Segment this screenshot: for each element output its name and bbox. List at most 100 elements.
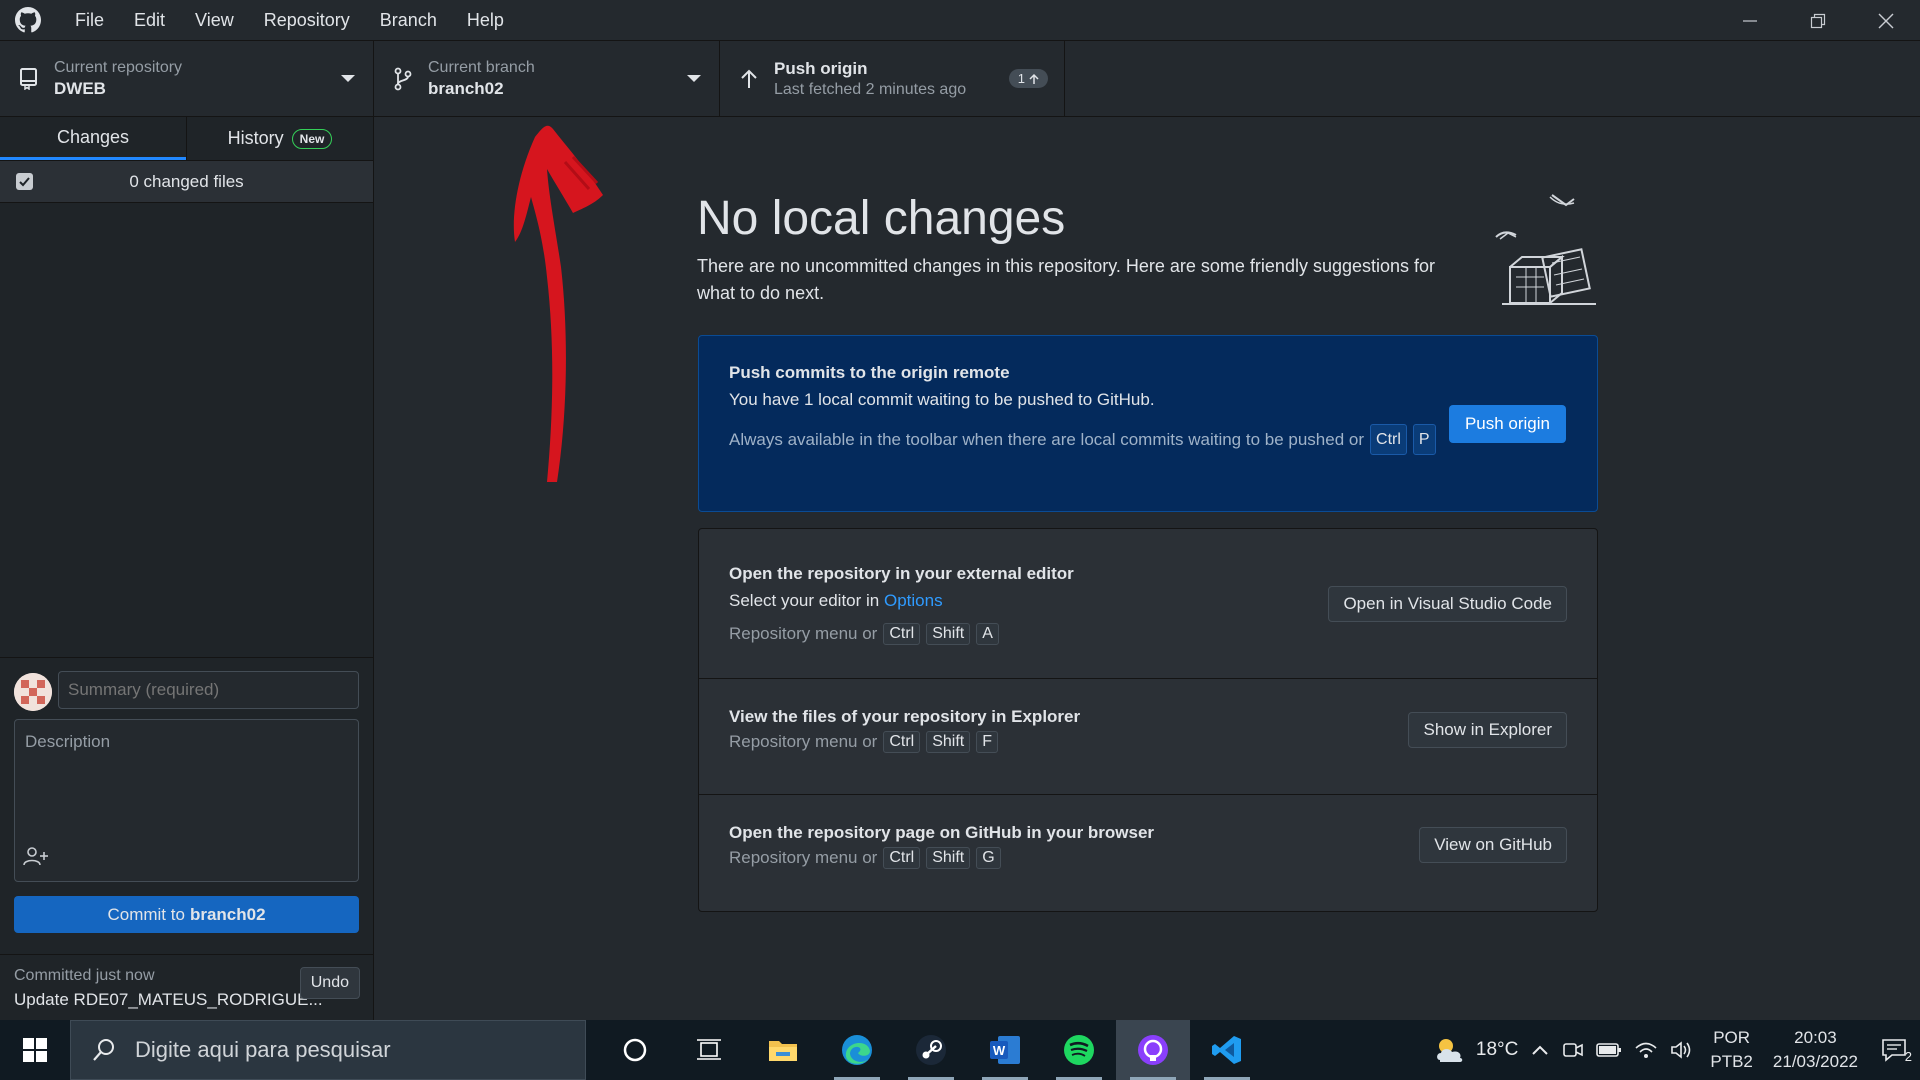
editor-title: Open the repository in your external edi…	[729, 564, 1074, 583]
undo-button[interactable]: Undo	[299, 967, 360, 999]
input-language-indicator[interactable]: POR PTB2	[1710, 1026, 1753, 1074]
add-coauthor-icon[interactable]	[23, 846, 49, 871]
language-code: POR	[1713, 1028, 1751, 1047]
clock[interactable]: 20:03 21/03/2022	[1773, 1026, 1858, 1074]
current-branch-dropdown[interactable]: Current branch branch02	[374, 41, 720, 117]
open-in-vscode-button[interactable]: Open in Visual Studio Code	[1328, 586, 1567, 622]
commit-button-prefix: Commit to	[107, 904, 185, 924]
minimize-icon	[1743, 19, 1757, 22]
changed-files-header: 0 changed files	[0, 161, 373, 203]
taskbar-search[interactable]: Digite aqui para pesquisar	[70, 1020, 586, 1080]
push-origin-card-button[interactable]: Push origin	[1448, 405, 1566, 443]
menu-edit[interactable]: Edit	[119, 0, 180, 41]
wifi-icon	[1635, 1042, 1657, 1058]
editor-hint: Repository menu or Ctrl Shift A	[729, 623, 1429, 645]
push-card-hint-text: Always available in the toolbar when the…	[729, 430, 1365, 449]
restore-icon	[1810, 13, 1826, 28]
steam-taskbar-button[interactable]	[894, 1020, 968, 1080]
menu-bar: File Edit View Repository Branch Help	[60, 0, 519, 41]
spotify-taskbar-button[interactable]	[1042, 1020, 1116, 1080]
task-view-button[interactable]	[672, 1020, 746, 1080]
summary-input[interactable]	[58, 671, 359, 709]
partly-cloudy-icon	[1437, 1039, 1463, 1062]
start-button[interactable]	[0, 1020, 70, 1080]
svg-text:W: W	[993, 1043, 1006, 1058]
weather-temperature: 18°C	[1475, 1039, 1519, 1060]
description-placeholder: Description	[25, 732, 111, 751]
commit-form: Description Commit to branch02	[0, 657, 374, 937]
github-hint-text: Repository menu or	[729, 848, 878, 867]
keyboard-layout: PTB2	[1710, 1052, 1753, 1071]
avatar	[14, 673, 52, 711]
changed-files-count: 0 changed files	[129, 171, 244, 191]
description-textarea[interactable]: Description	[14, 719, 359, 882]
word-taskbar-button[interactable]: W	[968, 1020, 1042, 1080]
file-explorer-taskbar-button[interactable]	[746, 1020, 820, 1080]
chevron-up-icon	[1532, 1045, 1549, 1055]
red-arrow-annotation-icon	[513, 125, 603, 482]
repo-label: Current repository	[54, 59, 183, 76]
current-repository-dropdown[interactable]: Current repository DWEB	[0, 41, 374, 117]
menu-view[interactable]: View	[180, 0, 249, 41]
push-origin-button[interactable]: Last fetched 2 minutes ago Push origin 1	[720, 41, 1065, 117]
kbd-shift: Shift	[926, 731, 971, 753]
steam-icon	[916, 1035, 946, 1065]
title-bar: File Edit View Repository Branch Help	[0, 0, 1920, 41]
options-link[interactable]: Options	[884, 591, 943, 610]
branch-label: Current branch	[428, 59, 535, 76]
ahead-count: 1	[1017, 71, 1025, 86]
editor-description-text: Select your editor in	[729, 591, 880, 610]
select-all-checkbox[interactable]	[16, 173, 33, 190]
battery-indicator[interactable]	[1596, 1042, 1622, 1058]
push-card-title: Push commits to the origin remote	[729, 363, 1010, 382]
menu-branch[interactable]: Branch	[365, 0, 452, 41]
meet-now-button[interactable]	[1562, 1040, 1584, 1060]
weather-widget[interactable]: 18°C	[1432, 1036, 1518, 1064]
boxes-illustration-icon	[1495, 194, 1596, 305]
vscode-taskbar-button[interactable]	[1190, 1020, 1264, 1080]
menu-help[interactable]: Help	[452, 0, 519, 41]
close-icon	[1878, 13, 1894, 28]
check-icon	[19, 177, 30, 187]
edge-icon	[842, 1035, 872, 1065]
menu-file[interactable]: File	[60, 0, 119, 41]
spotify-icon	[1064, 1035, 1094, 1065]
github-desktop-taskbar-button[interactable]	[1116, 1020, 1190, 1080]
github-logo-icon	[8, 0, 48, 41]
last-commit-message: Update RDE07_MATEUS_RODRIGUE...	[14, 990, 323, 1009]
tab-changes[interactable]: Changes	[0, 117, 186, 160]
notification-center-button[interactable]: 2	[1868, 1037, 1920, 1064]
show-hidden-icons-button[interactable]	[1530, 1043, 1550, 1057]
sidebar: Changes History New 0 changed files Desc…	[0, 117, 374, 1020]
github-desktop-icon	[1138, 1035, 1168, 1065]
windows-logo-icon	[23, 1038, 47, 1062]
push-origin-title: Push origin	[774, 59, 868, 78]
kbd-ctrl: Ctrl	[1370, 424, 1407, 455]
commit-button[interactable]: Commit to branch02	[14, 896, 359, 933]
chevron-down-icon	[341, 75, 355, 82]
chevron-down-icon	[687, 75, 701, 82]
page-subtitle: There are no uncommitted changes in this…	[697, 256, 1436, 303]
cortana-button[interactable]	[598, 1020, 672, 1080]
restore-button[interactable]	[1784, 0, 1852, 41]
tab-history[interactable]: History New	[186, 117, 373, 160]
minimize-button[interactable]	[1716, 0, 1784, 41]
push-commits-card: Push commits to the origin remote You ha…	[698, 335, 1598, 512]
kbd-ctrl: Ctrl	[883, 847, 921, 869]
close-button[interactable]	[1852, 0, 1920, 41]
edge-taskbar-button[interactable]	[820, 1020, 894, 1080]
show-in-explorer-button[interactable]: Show in Explorer	[1408, 712, 1567, 748]
speaker-icon	[1671, 1041, 1691, 1059]
menu-repository[interactable]: Repository	[249, 0, 365, 41]
kbd-ctrl: Ctrl	[883, 623, 921, 645]
volume-control[interactable]	[1670, 1040, 1694, 1060]
kbd-shift: Shift	[926, 623, 971, 645]
show-in-explorer-suggestion: View the files of your repository in Exp…	[699, 679, 1597, 795]
view-on-github-button[interactable]: View on GitHub	[1419, 827, 1567, 863]
network-indicator[interactable]	[1634, 1040, 1658, 1060]
kbd-shift: Shift	[926, 847, 971, 869]
kbd-f: F	[976, 731, 999, 753]
last-commit-time: Committed just now	[14, 967, 155, 984]
view-on-github-suggestion: Open the repository page on GitHub in yo…	[699, 795, 1597, 911]
main-content: No local changes There are no uncommitte…	[375, 117, 1920, 1020]
